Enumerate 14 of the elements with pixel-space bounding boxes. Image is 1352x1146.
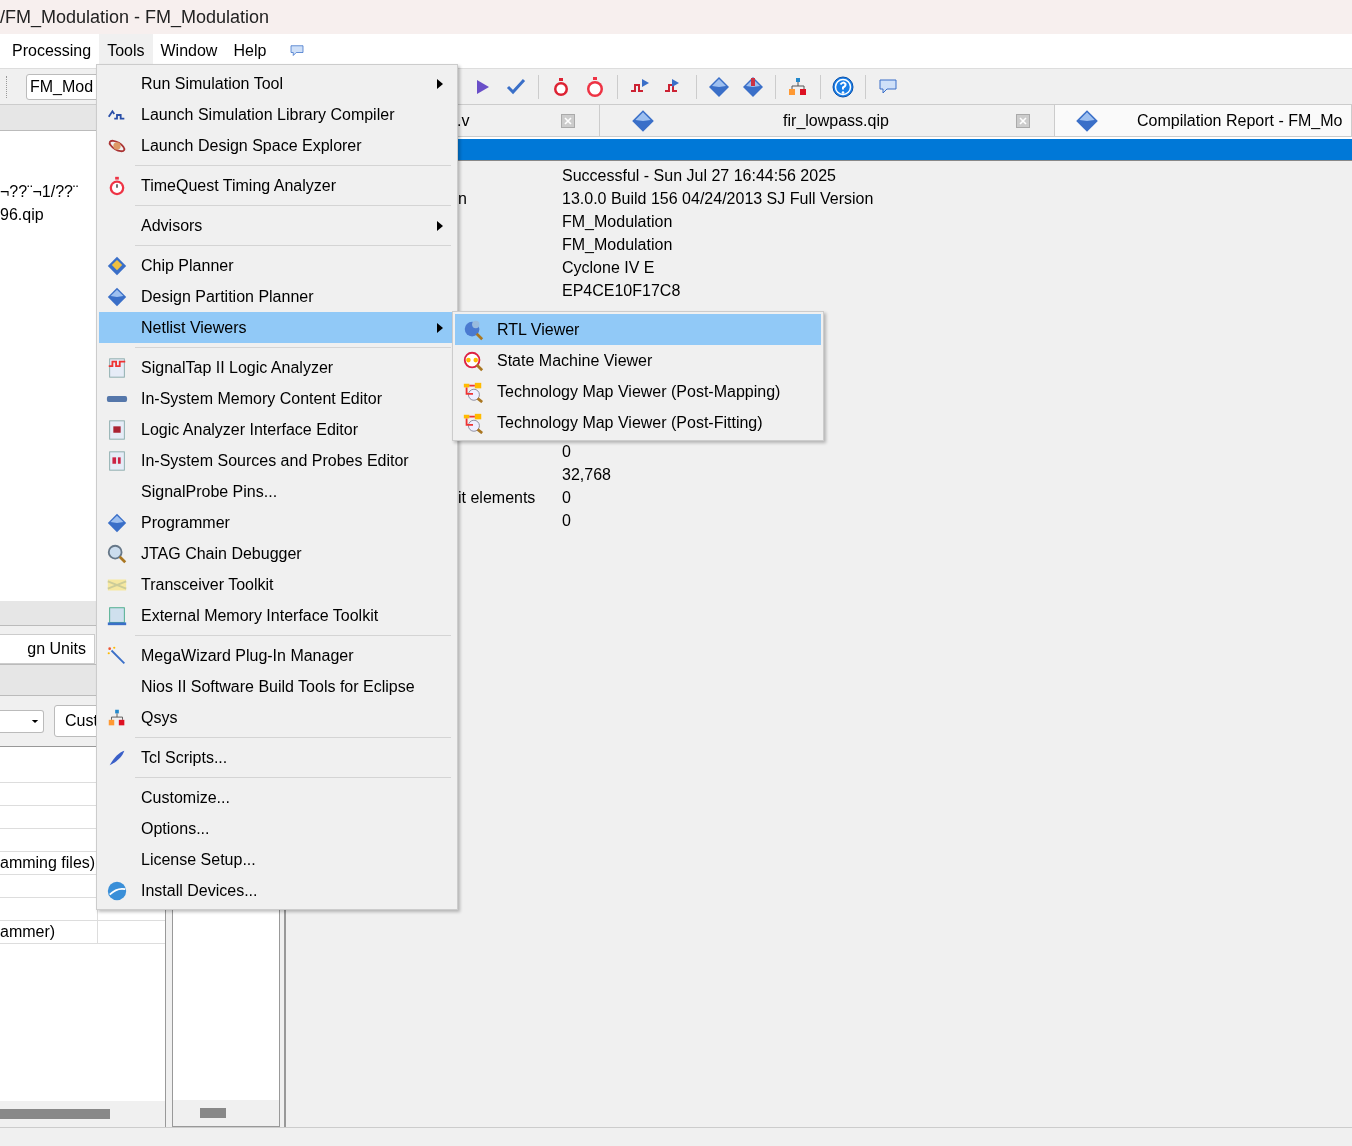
report-value: 13.0.0 Build 156 04/24/2013 SJ Full Version bbox=[562, 189, 874, 209]
report-value: Successful - Sun Jul 27 16:44:56 2025 bbox=[562, 166, 836, 186]
report-value: Cyclone IV E bbox=[562, 258, 655, 278]
report-value: FM_Modulation bbox=[562, 235, 673, 255]
report-value: 0 bbox=[562, 442, 571, 462]
report-label: n bbox=[458, 190, 467, 207]
report-value: 0 bbox=[562, 511, 571, 531]
report-value: 32,768 bbox=[562, 465, 611, 485]
report-label: it elements bbox=[458, 489, 536, 506]
table-cell: ammer) bbox=[0, 921, 98, 943]
report-value: FM_Modulation bbox=[562, 212, 673, 232]
window-title: /FM_Modulation - FM_Modulation bbox=[0, 6, 270, 28]
report-value: 0 bbox=[562, 488, 571, 508]
report-value: EP4CE10F17C8 bbox=[562, 281, 681, 301]
